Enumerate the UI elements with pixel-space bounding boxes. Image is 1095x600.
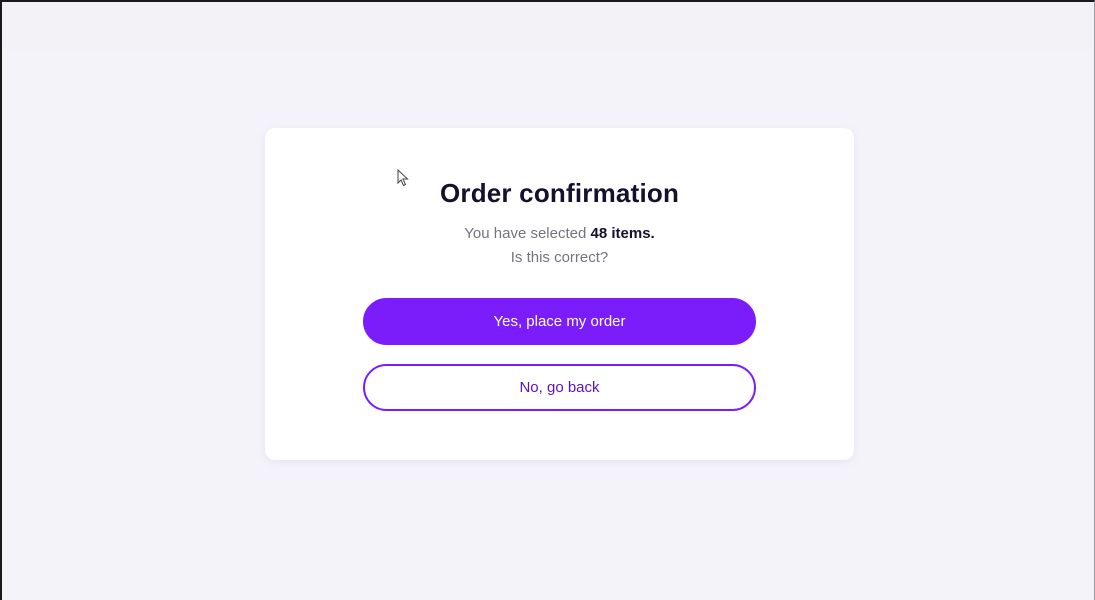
selection-prefix: You have selected — [464, 225, 591, 242]
confirmation-question: Is this correct? — [510, 249, 609, 266]
selection-summary: You have selected 48 items. — [265, 222, 854, 246]
item-count: 48 items. — [590, 225, 655, 242]
top-bar — [2, 2, 1094, 50]
dialog-title: Order confirmation — [439, 178, 680, 208]
dialog-message: You have selected 48 items. Is this corr… — [265, 222, 854, 270]
order-confirmation-dialog: Order confirmation You have selected 48 … — [265, 128, 854, 460]
go-back-button[interactable]: No, go back — [363, 364, 756, 411]
mouse-pointer-icon — [397, 169, 409, 187]
place-order-button[interactable]: Yes, place my order — [363, 298, 756, 345]
app-window: Order confirmation You have selected 48 … — [0, 0, 1095, 600]
